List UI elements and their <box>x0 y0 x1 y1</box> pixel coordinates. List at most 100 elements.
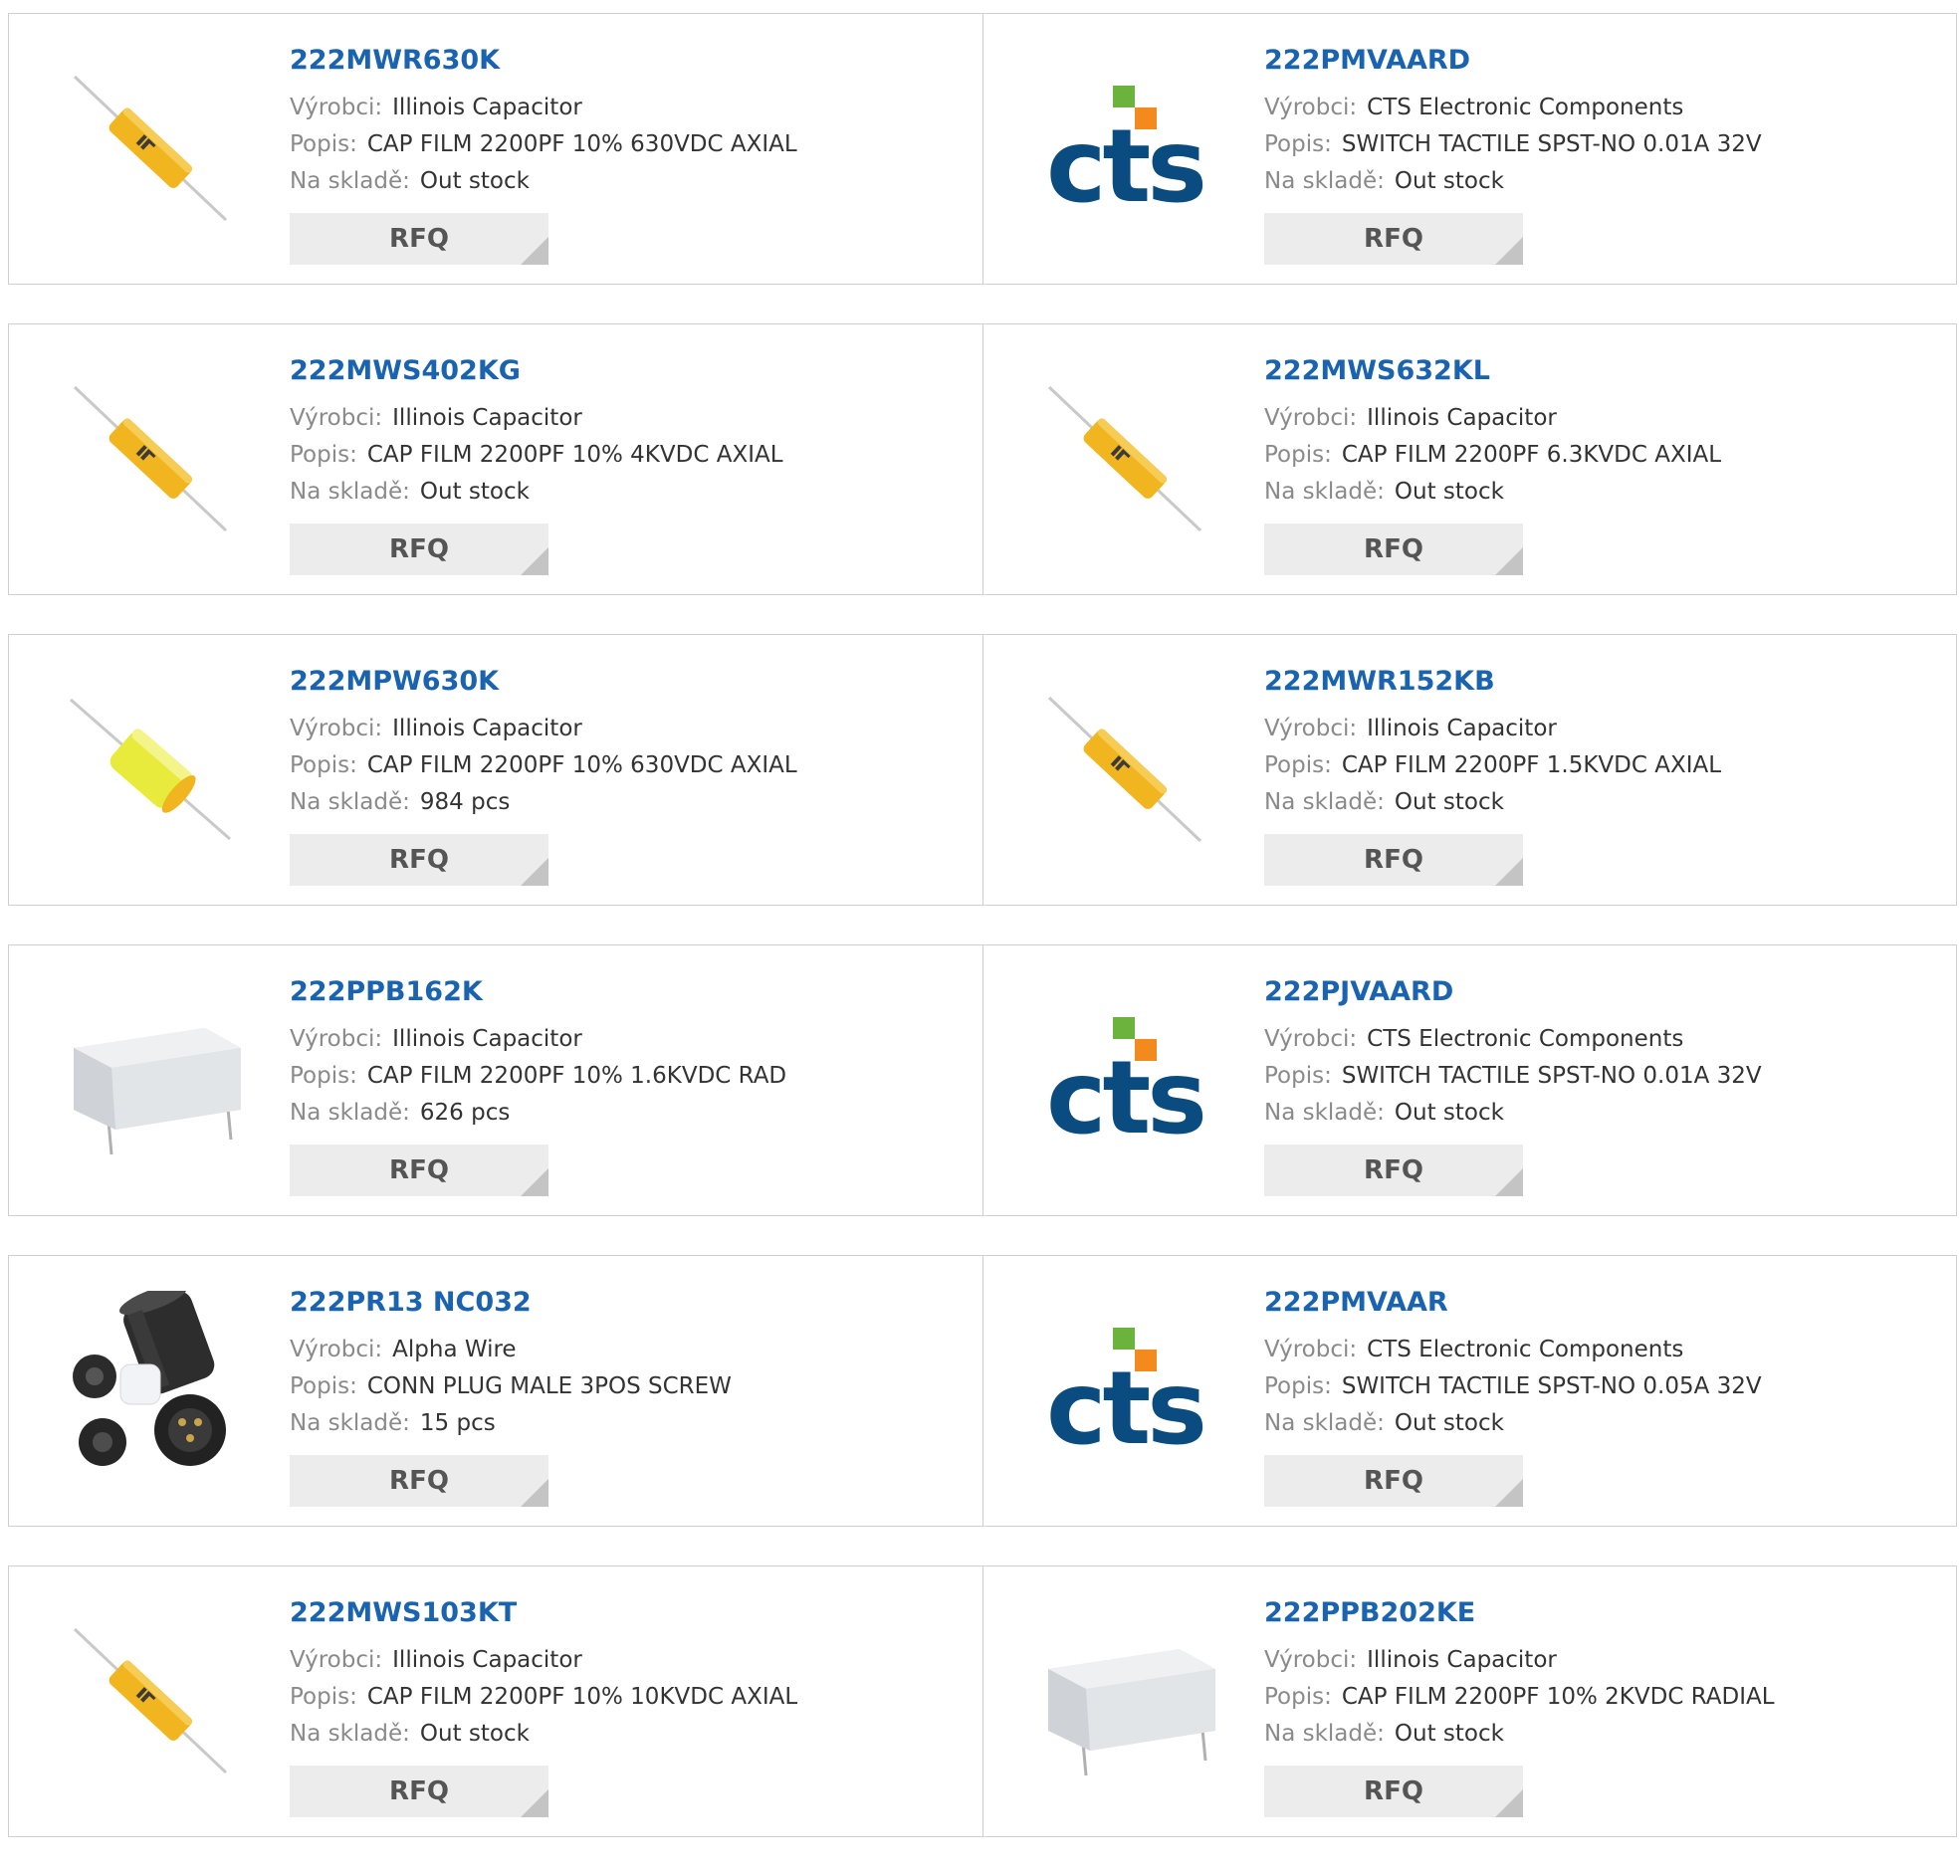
description-label: Popis: <box>1264 131 1332 157</box>
part-number-link[interactable]: 222MWS103KT <box>290 1596 797 1630</box>
description-label: Popis: <box>290 1684 357 1710</box>
product-card: 222MWS103KT Výrobci: Illinois Capacitor Pop… <box>9 1566 982 1836</box>
stock-label: Na skladě: <box>290 1100 410 1126</box>
rfq-label: RFQ <box>389 224 449 254</box>
description-value: SWITCH TACTILE SPST-NO 0.01A 32V <box>1341 131 1762 157</box>
stock-value: Out stock <box>419 168 530 194</box>
rfq-button[interactable]: RFQ <box>1264 1145 1523 1196</box>
description-value: CAP FILM 2200PF 10% 4KVDC AXIAL <box>366 442 783 468</box>
manufacturer-value: Alpha Wire <box>392 1337 517 1362</box>
product-image[interactable] <box>51 980 250 1179</box>
part-number-link[interactable]: 222PPB162K <box>290 975 786 1009</box>
manufacturer-label: Výrobci: <box>1264 1026 1358 1052</box>
product-info: 222PMVAARD Výrobci: CTS Electronic Compone… <box>1264 44 1762 200</box>
product-card: 222MPW630K Výrobci: Illinois Capacitor Popi… <box>9 635 982 905</box>
corner-triangle-icon <box>1495 237 1523 265</box>
part-number-link[interactable]: 222MWS632KL <box>1264 354 1721 388</box>
stock-line: Na skladě: Out stock <box>1264 784 1721 821</box>
product-image[interactable] <box>51 1601 250 1800</box>
part-number-link[interactable]: 222MWR630K <box>290 44 797 78</box>
product-image[interactable] <box>51 49 250 248</box>
rfq-button[interactable]: RFQ <box>290 1145 548 1196</box>
product-image[interactable] <box>1025 1601 1224 1800</box>
product-image[interactable] <box>51 359 250 558</box>
stock-value: Out stock <box>1394 1410 1504 1436</box>
manufacturer-value: CTS Electronic Components <box>1367 1026 1684 1052</box>
manufacturer-value: Illinois Capacitor <box>392 405 582 431</box>
part-number-link[interactable]: 222PR13 NC032 <box>290 1286 732 1320</box>
product-card: 222PR13 NC032 Výrobci: Alpha Wire Popis: CON… <box>9 1256 982 1526</box>
product-card: 222MWR152KB Výrobci: Illinois Capacitor Pop… <box>982 635 1956 905</box>
manufacturer-label: Výrobci: <box>1264 1337 1358 1362</box>
part-number-link[interactable]: 222PMVAAR <box>1264 1286 1762 1320</box>
description-label: Popis: <box>290 131 357 157</box>
rfq-label: RFQ <box>1364 224 1423 254</box>
rfq-label: RFQ <box>1364 845 1423 875</box>
corner-triangle-icon <box>521 1479 548 1507</box>
cts-logo: cts <box>1025 1015 1224 1145</box>
product-card: 222PPB162K Výrobci: Illinois Capacitor Popi… <box>9 945 982 1215</box>
stock-label: Na skladě: <box>1264 789 1385 815</box>
stock-label: Na skladě: <box>290 789 410 815</box>
part-number-link[interactable]: 222MWR152KB <box>1264 665 1721 699</box>
part-number-link[interactable]: 222PMVAARD <box>1264 44 1762 78</box>
stock-label: Na skladě: <box>1264 1721 1385 1747</box>
stock-label: Na skladě: <box>290 1721 410 1747</box>
rfq-button[interactable]: RFQ <box>290 1455 548 1507</box>
product-card: cts 222PMVAAR Výrobci: CTS Electronic Compo… <box>982 1256 1956 1526</box>
product-info: 222PPB162K Výrobci: Illinois Capacitor Popi… <box>290 975 786 1132</box>
manufacturer-value: Illinois Capacitor <box>392 95 582 120</box>
description-line: Popis: CAP FILM 2200PF 10% 4KVDC AXIAL <box>290 437 783 474</box>
manufacturer-line: Výrobci: Illinois Capacitor <box>1264 1642 1775 1679</box>
manufacturer-value: Illinois Capacitor <box>392 1647 582 1673</box>
description-value: CAP FILM 2200PF 10% 630VDC AXIAL <box>366 131 797 157</box>
product-image[interactable] <box>51 1291 250 1490</box>
product-info: 222PJVAARD Výrobci: CTS Electronic Compone… <box>1264 975 1762 1132</box>
product-info: 222PMVAAR Výrobci: CTS Electronic Componen… <box>1264 1286 1762 1442</box>
rfq-button[interactable]: RFQ <box>1264 523 1523 575</box>
product-image[interactable]: cts <box>1025 49 1224 248</box>
stock-line: Na skladě: Out stock <box>290 1716 797 1753</box>
part-number-link[interactable]: 222PPB202KE <box>1264 1596 1775 1630</box>
rfq-label: RFQ <box>1364 1155 1423 1185</box>
rfq-button[interactable]: RFQ <box>290 834 548 886</box>
part-number-link[interactable]: 222PJVAARD <box>1264 975 1762 1009</box>
stock-label: Na skladě: <box>1264 168 1385 194</box>
product-image[interactable]: cts <box>1025 1291 1224 1490</box>
description-value: SWITCH TACTILE SPST-NO 0.01A 32V <box>1341 1063 1762 1089</box>
product-image[interactable] <box>1025 359 1224 558</box>
rfq-label: RFQ <box>1364 534 1423 564</box>
description-line: Popis: CAP FILM 2200PF 10% 630VDC AXIAL <box>290 747 797 784</box>
rfq-button[interactable]: RFQ <box>290 1766 548 1817</box>
rfq-button[interactable]: RFQ <box>290 213 548 265</box>
description-line: Popis: CONN PLUG MALE 3POS SCREW <box>290 1368 732 1405</box>
corner-triangle-icon <box>521 1789 548 1817</box>
stock-line: Na skladě: Out stock <box>1264 474 1721 511</box>
product-image[interactable] <box>1025 670 1224 869</box>
stock-line: Na skladě: Out stock <box>1264 1716 1775 1753</box>
manufacturer-line: Výrobci: CTS Electronic Components <box>1264 1332 1762 1368</box>
manufacturer-value: CTS Electronic Components <box>1367 95 1684 120</box>
manufacturer-value: Illinois Capacitor <box>1367 716 1557 741</box>
rfq-label: RFQ <box>389 845 449 875</box>
stock-label: Na skladě: <box>1264 1410 1385 1436</box>
part-number-link[interactable]: 222MWS402KG <box>290 354 783 388</box>
rfq-button[interactable]: RFQ <box>1264 834 1523 886</box>
rfq-button[interactable]: RFQ <box>1264 1455 1523 1507</box>
product-image[interactable]: cts <box>1025 980 1224 1179</box>
product-card: 222MWS632KL Výrobci: Illinois Capacitor Pop… <box>982 324 1956 594</box>
product-grid: 222MWR630K Výrobci: Illinois Capacitor Popi… <box>8 13 1957 1876</box>
stock-value: Out stock <box>419 479 530 505</box>
corner-triangle-icon <box>521 547 548 575</box>
description-line: Popis: SWITCH TACTILE SPST-NO 0.05A 32V <box>1264 1368 1762 1405</box>
description-value: SWITCH TACTILE SPST-NO 0.05A 32V <box>1341 1373 1762 1399</box>
description-value: CAP FILM 2200PF 10% 2KVDC RADIAL <box>1341 1684 1775 1710</box>
corner-triangle-icon <box>521 858 548 886</box>
rfq-button[interactable]: RFQ <box>1264 1766 1523 1817</box>
rfq-button[interactable]: RFQ <box>290 523 548 575</box>
rfq-button[interactable]: RFQ <box>1264 213 1523 265</box>
corner-triangle-icon <box>1495 1789 1523 1817</box>
product-image[interactable] <box>51 670 250 869</box>
product-info: 222PPB202KE Výrobci: Illinois Capacitor Pop… <box>1264 1596 1775 1753</box>
part-number-link[interactable]: 222MPW630K <box>290 665 797 699</box>
